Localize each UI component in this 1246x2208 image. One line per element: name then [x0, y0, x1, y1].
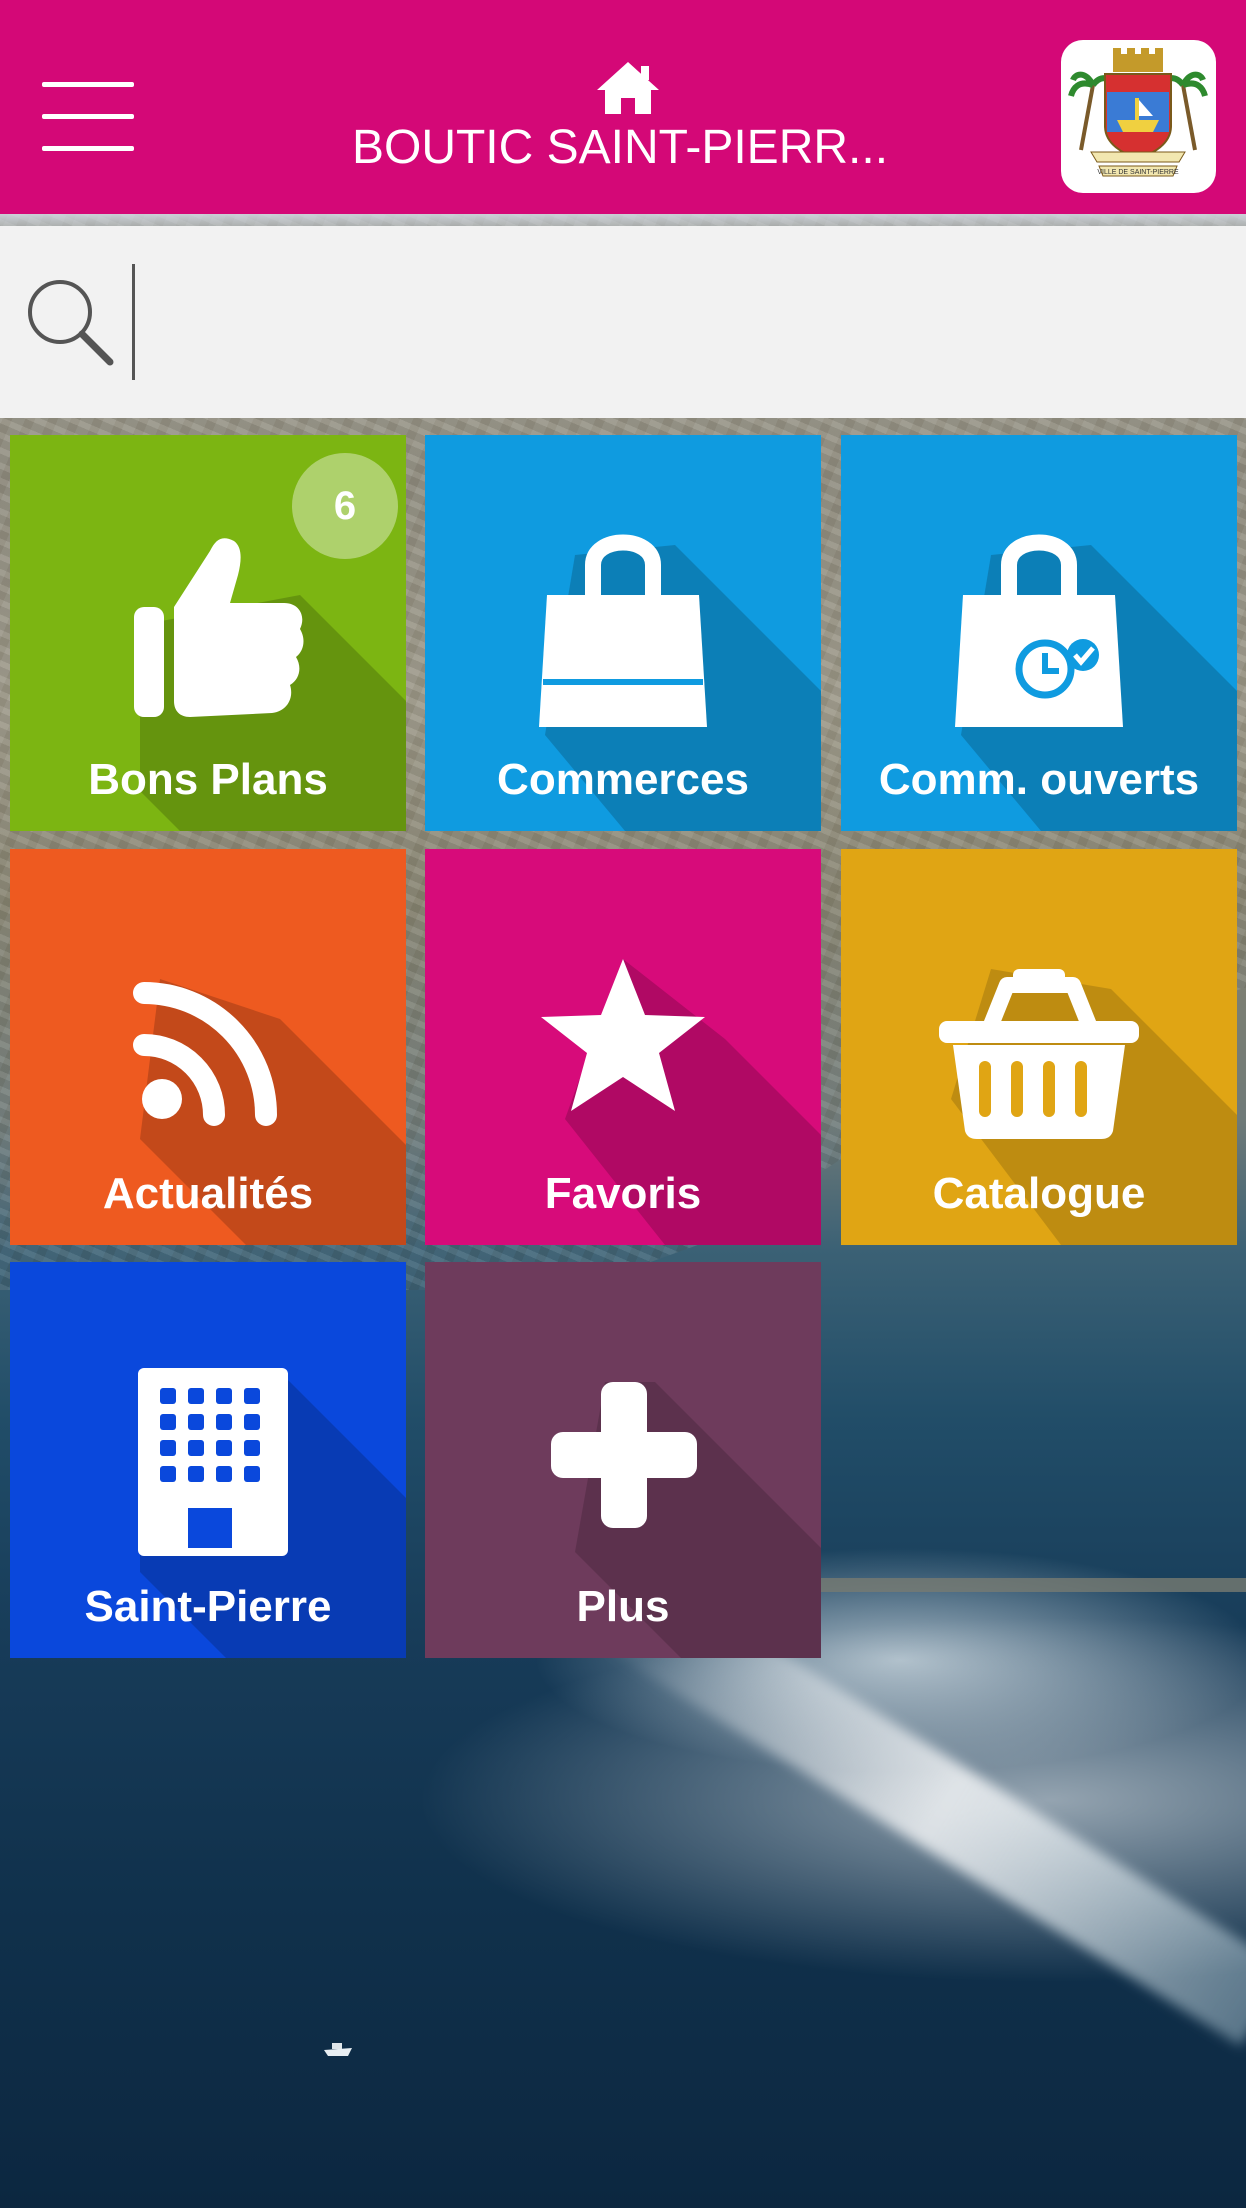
search-input[interactable]: [132, 264, 1212, 380]
menu-button[interactable]: [42, 80, 134, 154]
menu-bar-bottom: [42, 146, 134, 151]
tile-catalogue[interactable]: Catalogue: [841, 849, 1237, 1245]
home-icon[interactable]: [595, 60, 661, 116]
tile-label: Saint-Pierre: [84, 1582, 332, 1631]
svg-text:VILLE DE SAINT-PIERRE: VILLE DE SAINT-PIERRE: [1097, 169, 1179, 176]
coat-of-arms-icon: VILLE DE SAINT-PIERRE: [1068, 48, 1208, 177]
tile-actualites[interactable]: Actualités: [10, 849, 406, 1245]
menu-bar-middle: [42, 114, 134, 119]
tile-bons-plans[interactable]: 6 Bons Plans: [10, 435, 406, 831]
tile-label: Favoris: [544, 1169, 702, 1218]
boat-icon: [324, 2043, 352, 2056]
menu-bar-top: [42, 82, 134, 87]
app-title: BOUTIC SAINT-PIERR...: [351, 121, 889, 174]
app-header: BOUTIC SAINT-PIERR... VILLE DE SAINT-PIE…: [0, 0, 1246, 214]
tile-saint-pierre[interactable]: Saint-Pierre: [10, 1262, 406, 1658]
tile-label: Bons Plans: [88, 755, 328, 804]
background-pier: [820, 1578, 1246, 1592]
tile-label: Catalogue: [932, 1169, 1146, 1218]
tile-favoris[interactable]: Favoris: [425, 849, 821, 1245]
search-icon: [28, 280, 114, 366]
tile-label: Comm. ouverts: [878, 755, 1200, 804]
tile-comm-ouverts[interactable]: Comm. ouverts: [841, 435, 1237, 831]
header-divider: [0, 214, 1246, 226]
tile-commerces[interactable]: Commerces: [425, 435, 821, 831]
tile-label: Plus: [576, 1582, 670, 1631]
city-logo-button[interactable]: VILLE DE SAINT-PIERRE: [1061, 40, 1216, 193]
tile-label: Commerces: [497, 755, 749, 804]
tile-plus[interactable]: Plus: [425, 1262, 821, 1658]
tile-label: Actualités: [102, 1169, 314, 1218]
badge-count: 6: [292, 453, 398, 559]
search-bar: [0, 226, 1246, 418]
